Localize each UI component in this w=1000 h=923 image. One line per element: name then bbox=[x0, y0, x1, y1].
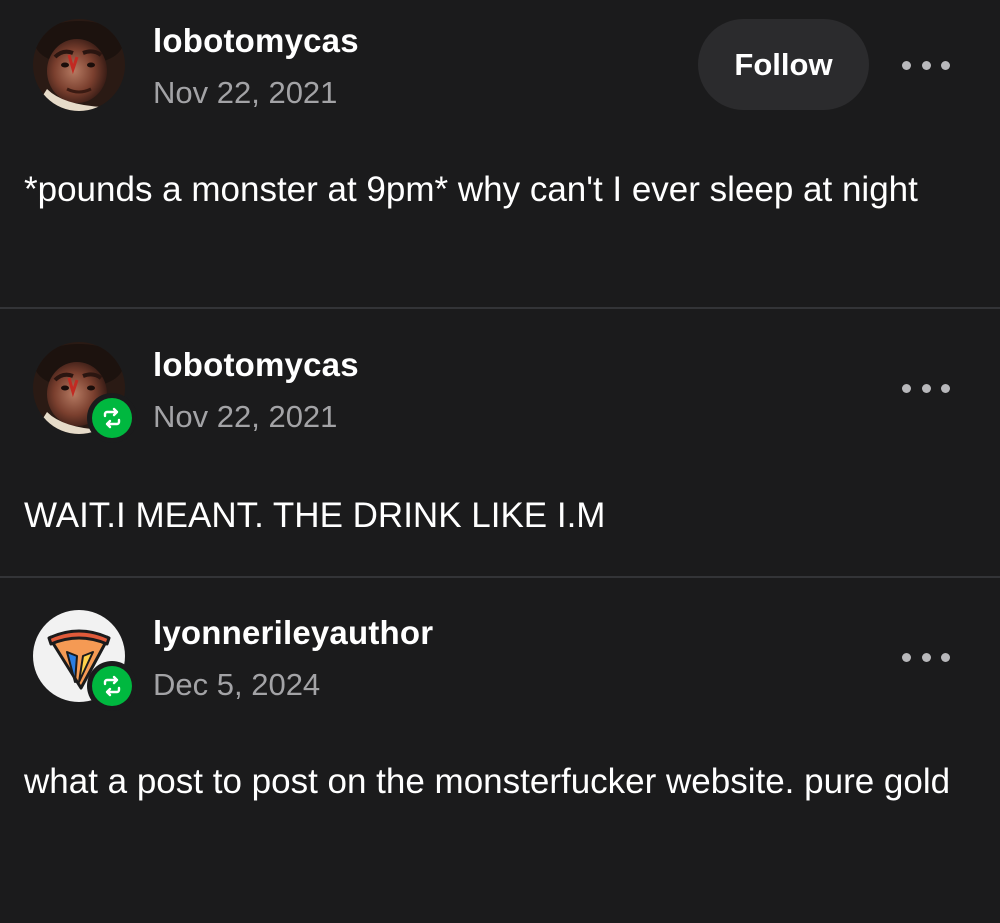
post-original: lobotomycas Nov 22, 2021 Follow *pounds … bbox=[0, 0, 1000, 308]
avatar[interactable] bbox=[33, 19, 125, 111]
more-options-button[interactable] bbox=[902, 647, 950, 667]
more-options-button[interactable] bbox=[902, 378, 950, 398]
ellipsis-icon bbox=[941, 60, 950, 70]
ellipsis-icon bbox=[902, 652, 911, 662]
more-options-button[interactable] bbox=[902, 55, 950, 75]
avatar[interactable] bbox=[33, 610, 137, 711]
user-photo-avatar-icon bbox=[33, 19, 125, 111]
ellipsis-icon bbox=[941, 652, 950, 662]
reblog-icon bbox=[103, 675, 121, 697]
ellipsis-icon bbox=[941, 383, 950, 393]
post-date: Nov 22, 2021 bbox=[153, 75, 338, 110]
ellipsis-icon bbox=[902, 60, 911, 70]
username[interactable]: lobotomycas bbox=[153, 22, 359, 60]
post-body: *pounds a monster at 9pm* why can't I ev… bbox=[24, 170, 918, 209]
reblog-thread: lobotomycas Nov 22, 2021 Follow *pounds … bbox=[0, 0, 1000, 923]
post-reblog: lyonnerileyauthor Dec 5, 2024 what a pos… bbox=[0, 578, 1000, 923]
post-date: Nov 22, 2021 bbox=[153, 399, 338, 434]
post-date: Dec 5, 2024 bbox=[153, 667, 321, 702]
follow-button[interactable]: Follow bbox=[698, 19, 869, 110]
username[interactable]: lobotomycas bbox=[153, 346, 359, 384]
ellipsis-icon bbox=[921, 383, 931, 393]
reblog-badge bbox=[87, 661, 137, 711]
ellipsis-icon bbox=[921, 652, 931, 662]
post-body: WAIT.I MEANT. THE DRINK LIKE I.M bbox=[24, 496, 606, 535]
ellipsis-icon bbox=[902, 383, 911, 393]
avatar[interactable] bbox=[33, 342, 137, 443]
username[interactable]: lyonnerileyauthor bbox=[153, 614, 433, 652]
post-body: what a post to post on the monsterfucker… bbox=[24, 762, 951, 801]
ellipsis-icon bbox=[921, 60, 931, 70]
reblog-icon bbox=[103, 407, 121, 429]
post-reblog: lobotomycas Nov 22, 2021 WAIT.I MEANT. T… bbox=[0, 309, 1000, 577]
reblog-badge bbox=[87, 393, 137, 443]
